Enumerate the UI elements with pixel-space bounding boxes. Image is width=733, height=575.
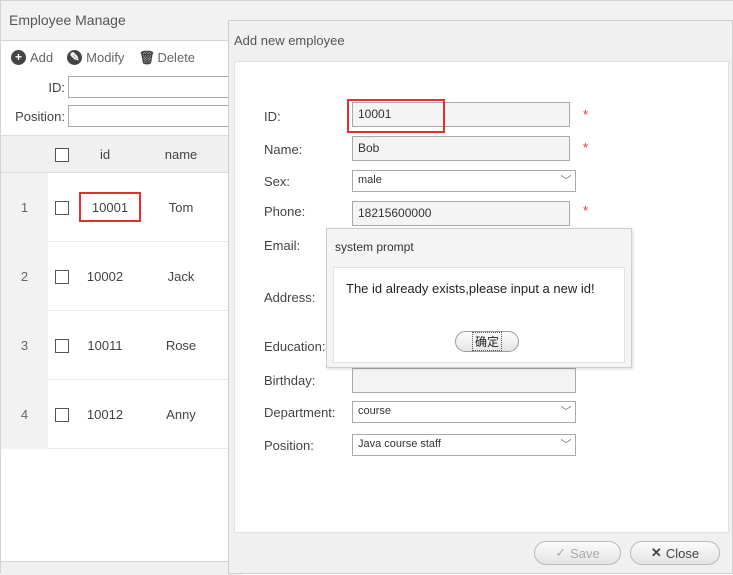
chevron-down-icon: ﹀ xyxy=(560,406,572,418)
red-highlight-box xyxy=(347,99,445,133)
save-label: Save xyxy=(570,545,600,561)
select-all-checkbox[interactable] xyxy=(55,147,69,162)
modify-button[interactable]: ✎ Modify xyxy=(67,49,125,65)
address-label: Address: xyxy=(264,290,316,305)
row-id: 10002 xyxy=(86,269,124,284)
sex-label: Sex: xyxy=(264,174,291,189)
pagination-bar[interactable] xyxy=(1,561,241,575)
dialog-title: Add new employee xyxy=(234,33,345,48)
close-icon: ✕ xyxy=(650,545,662,560)
check-circle-icon: ✓ xyxy=(555,545,567,560)
row-id-highlight: 10001 xyxy=(79,192,141,222)
row-number: 3 xyxy=(1,311,48,380)
ok-button[interactable]: 确定 xyxy=(455,331,519,352)
row-number: 2 xyxy=(1,242,48,311)
id-column-header[interactable]: id xyxy=(77,136,133,173)
position-value: Java course staff xyxy=(358,438,441,450)
sex-select[interactable]: male ﹀ xyxy=(352,170,576,192)
position-filter-label: Position: xyxy=(15,108,65,124)
delete-label: Delete xyxy=(157,49,196,65)
position-filter-input[interactable] xyxy=(68,105,238,127)
id-filter-label: ID: xyxy=(48,79,65,95)
row-checkbox-cell[interactable] xyxy=(49,242,75,311)
required-mark: * xyxy=(583,203,589,218)
row-checkbox[interactable] xyxy=(55,200,69,215)
name-input[interactable]: Bob xyxy=(352,136,570,161)
name-label: Name: xyxy=(264,142,303,157)
delete-button[interactable]: 🗑 Delete xyxy=(138,50,195,65)
name-column-header[interactable]: name xyxy=(133,136,229,173)
add-label: Add xyxy=(30,49,54,65)
ok-label: 确定 xyxy=(471,332,502,351)
row-checkbox-cell[interactable] xyxy=(49,311,75,380)
position-filter-row: Position: xyxy=(1,104,238,128)
prompt-title: system prompt xyxy=(335,240,414,254)
table-row[interactable]: 3 10011 Rose xyxy=(1,311,241,380)
phone-input[interactable]: 18215600000 xyxy=(352,201,570,226)
prompt-body: The id already exists,please input a new… xyxy=(333,267,625,363)
row-name: Jack xyxy=(167,269,195,284)
table-row[interactable]: 2 10002 Jack xyxy=(1,242,241,311)
row-checkbox[interactable] xyxy=(55,338,69,353)
row-checkbox-cell[interactable] xyxy=(49,380,75,449)
plus-circle-icon: + xyxy=(11,49,26,65)
add-button[interactable]: + Add xyxy=(11,49,54,65)
row-name: Tom xyxy=(168,200,194,215)
email-label: Email: xyxy=(264,238,301,253)
employee-grid: id name 1 10001 Tom 2 10002 Jack 3 10011… xyxy=(1,135,241,561)
required-mark: * xyxy=(583,107,589,122)
pencil-circle-icon: ✎ xyxy=(67,49,83,65)
row-name: Anny xyxy=(166,407,196,422)
department-label: Department: xyxy=(264,405,336,420)
row-id: 10012 xyxy=(86,407,124,422)
row-checkbox-cell[interactable] xyxy=(49,173,75,242)
phone-label: Phone: xyxy=(264,204,306,219)
position-select[interactable]: Java course staff ﹀ xyxy=(352,434,576,456)
system-prompt-dialog: system prompt The id already exists,plea… xyxy=(326,228,632,368)
table-row[interactable]: 1 10001 Tom xyxy=(1,173,241,242)
prompt-message: The id already exists,please input a new… xyxy=(346,281,595,296)
id-label: ID: xyxy=(264,109,281,124)
position-label: Position: xyxy=(264,438,314,453)
close-button[interactable]: ✕ Close xyxy=(630,541,720,565)
save-button[interactable]: ✓ Save xyxy=(534,541,621,565)
close-label: Close xyxy=(665,545,700,561)
row-name: Rose xyxy=(165,338,197,353)
row-number: 4 xyxy=(1,380,48,449)
row-checkbox[interactable] xyxy=(55,407,69,422)
red-highlight-box xyxy=(79,192,141,222)
select-all-cell[interactable] xyxy=(49,136,75,173)
rownum-header xyxy=(1,136,48,173)
trash-icon: 🗑 xyxy=(138,49,155,65)
row-number: 1 xyxy=(1,173,48,242)
chevron-down-icon: ﹀ xyxy=(560,439,572,451)
modify-label: Modify xyxy=(86,49,125,65)
dialog-footer: ✓ Save ✕ Close xyxy=(229,533,733,575)
table-row[interactable]: 4 10012 Anny xyxy=(1,380,241,449)
required-mark: * xyxy=(583,140,589,155)
sex-value: male xyxy=(358,174,382,186)
chevron-down-icon: ﹀ xyxy=(560,175,572,187)
id-filter-input[interactable] xyxy=(68,76,238,98)
birthday-input[interactable] xyxy=(352,368,576,393)
row-checkbox[interactable] xyxy=(55,269,69,284)
id-filter-row: ID: xyxy=(1,75,238,99)
birthday-label: Birthday: xyxy=(264,373,316,388)
department-value: course xyxy=(358,405,392,417)
education-label: Education: xyxy=(264,339,326,354)
grid-header: id name xyxy=(1,136,241,173)
department-select[interactable]: course ﹀ xyxy=(352,401,576,423)
row-id: 10011 xyxy=(87,338,123,353)
